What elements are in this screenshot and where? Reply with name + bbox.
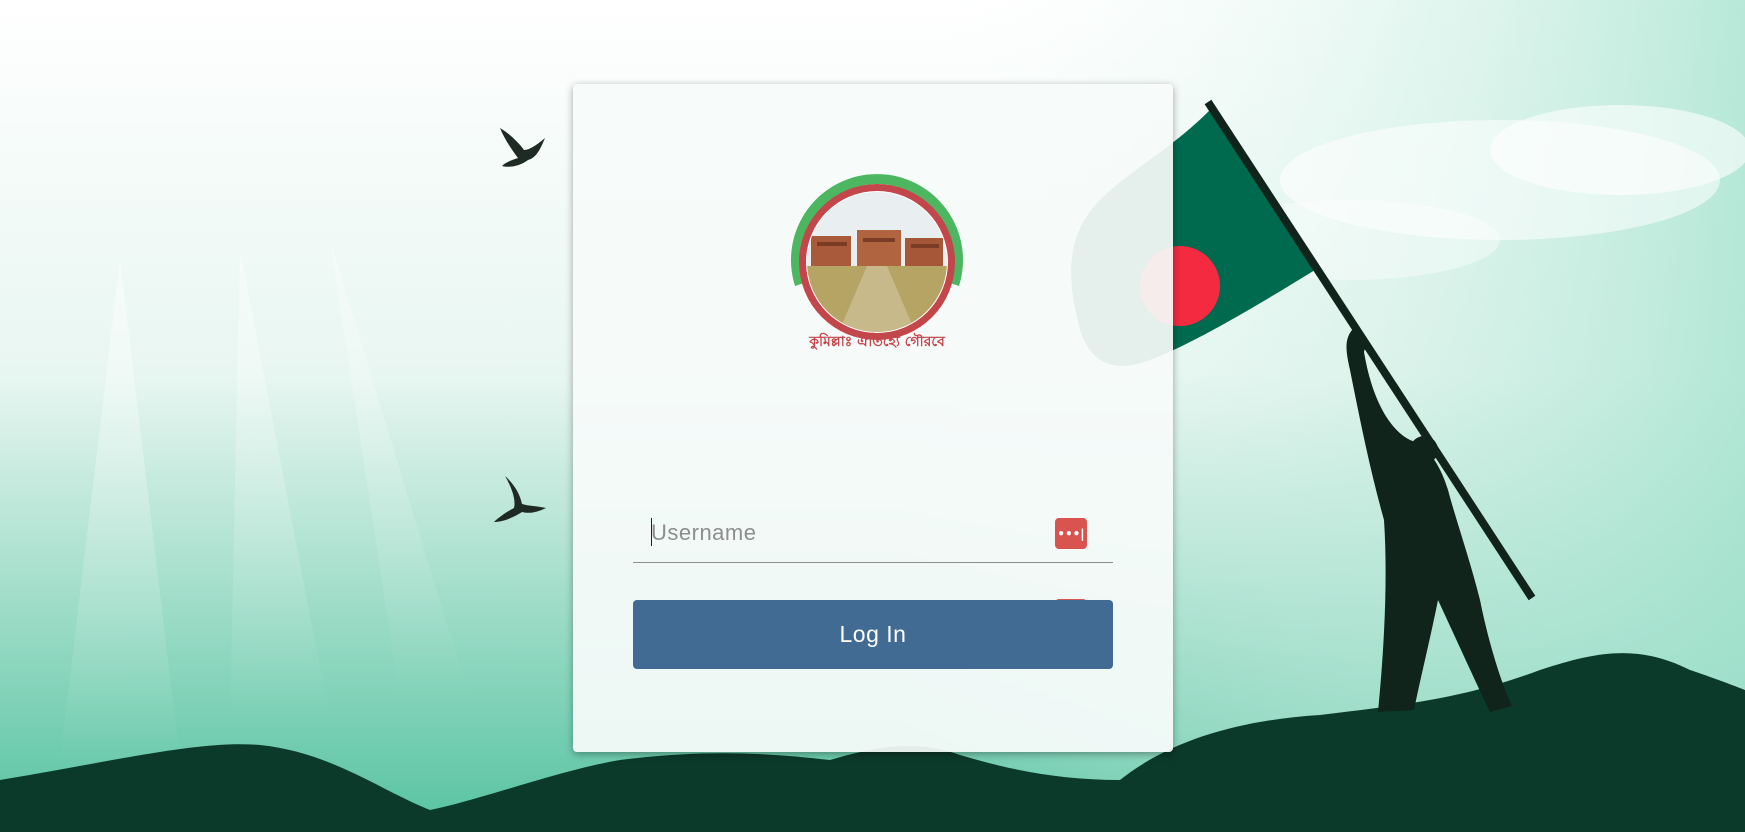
username-input[interactable]: [633, 516, 1051, 550]
password-manager-key-button[interactable]: •••|: [1055, 518, 1087, 549]
login-button[interactable]: Log In: [633, 600, 1113, 669]
text-caret: [651, 518, 652, 546]
logo-caption: কুমিল্লাঃ ঐতিহ্যে গৌরবে: [808, 332, 946, 351]
password-dots-icon: •••|: [1057, 526, 1085, 541]
district-logo: কুমিল্লাঃ ঐতিহ্যে গৌরবে: [777, 166, 977, 366]
login-card: কুমিল্লাঃ ঐতিহ্যে গৌরবে •••| •••| Log In: [573, 84, 1173, 752]
username-field[interactable]: •••|: [633, 506, 1113, 563]
